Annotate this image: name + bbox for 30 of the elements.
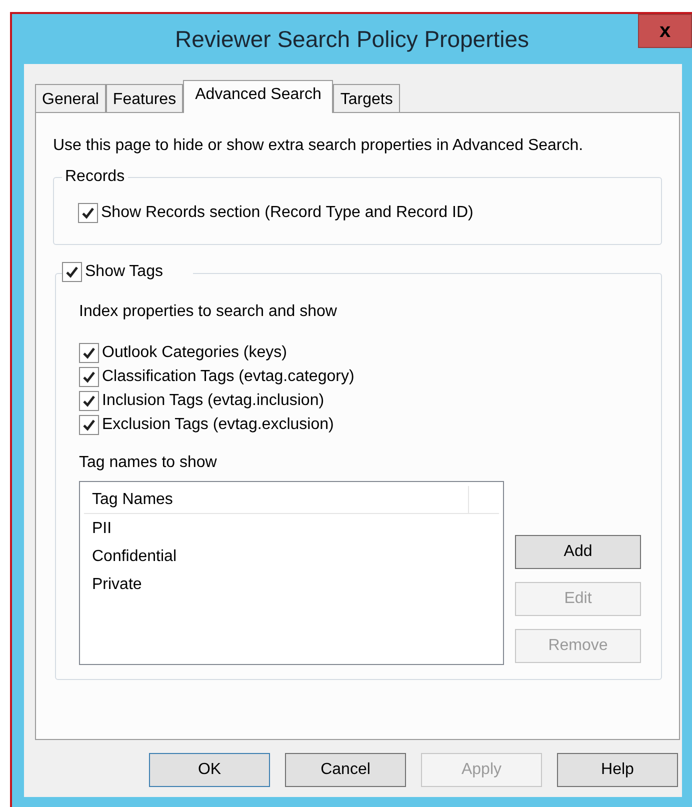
list-item[interactable]: Confidential [84,543,499,571]
section-label: Index properties to search and show [79,302,338,322]
tab[interactable]: Targets [333,84,400,112]
column-header[interactable]: Tag Names [84,486,469,513]
tag-list[interactable]: Tag Names PII Confidential Private [79,481,504,665]
list-item[interactable]: Private [84,571,499,599]
checkbox[interactable] [78,202,98,222]
checkbox-label: Inclusion Tags (evtag.inclusion) [102,390,324,410]
dialog-button[interactable]: OK [149,753,270,787]
checkbox[interactable] [79,342,99,362]
checkbox-label: Show Records section (Record Type and Record ID) [101,202,474,222]
list-item[interactable]: PII [84,515,499,543]
checkbox[interactable] [79,366,99,386]
checkbox[interactable] [62,262,82,282]
checkbox-label: Show Tags [85,262,163,282]
checkbox[interactable] [79,390,99,410]
list-label: Tag names to show [79,453,218,473]
checkbox-label: Exclusion Tags (evtag.exclusion) [102,414,334,434]
checkbox-label: Classification Tags (evtag.category) [102,366,354,386]
window-title: Reviewer Search Policy Properties [174,24,530,54]
dialog-button[interactable]: Cancel [285,753,406,787]
checkbox-label: Outlook Categories (keys) [102,342,287,362]
close-button[interactable]: x [638,14,692,48]
tab[interactable]: General [35,84,106,112]
tab[interactable]: Advanced Search [183,80,334,113]
checkbox[interactable] [79,414,99,434]
dialog-button[interactable]: Help [557,753,678,787]
dialog-button[interactable]: Add [515,535,641,569]
tab[interactable]: Features [106,84,184,112]
intro-text: Use this page to hide or show extra search properties in Advanced Search. [53,136,584,156]
